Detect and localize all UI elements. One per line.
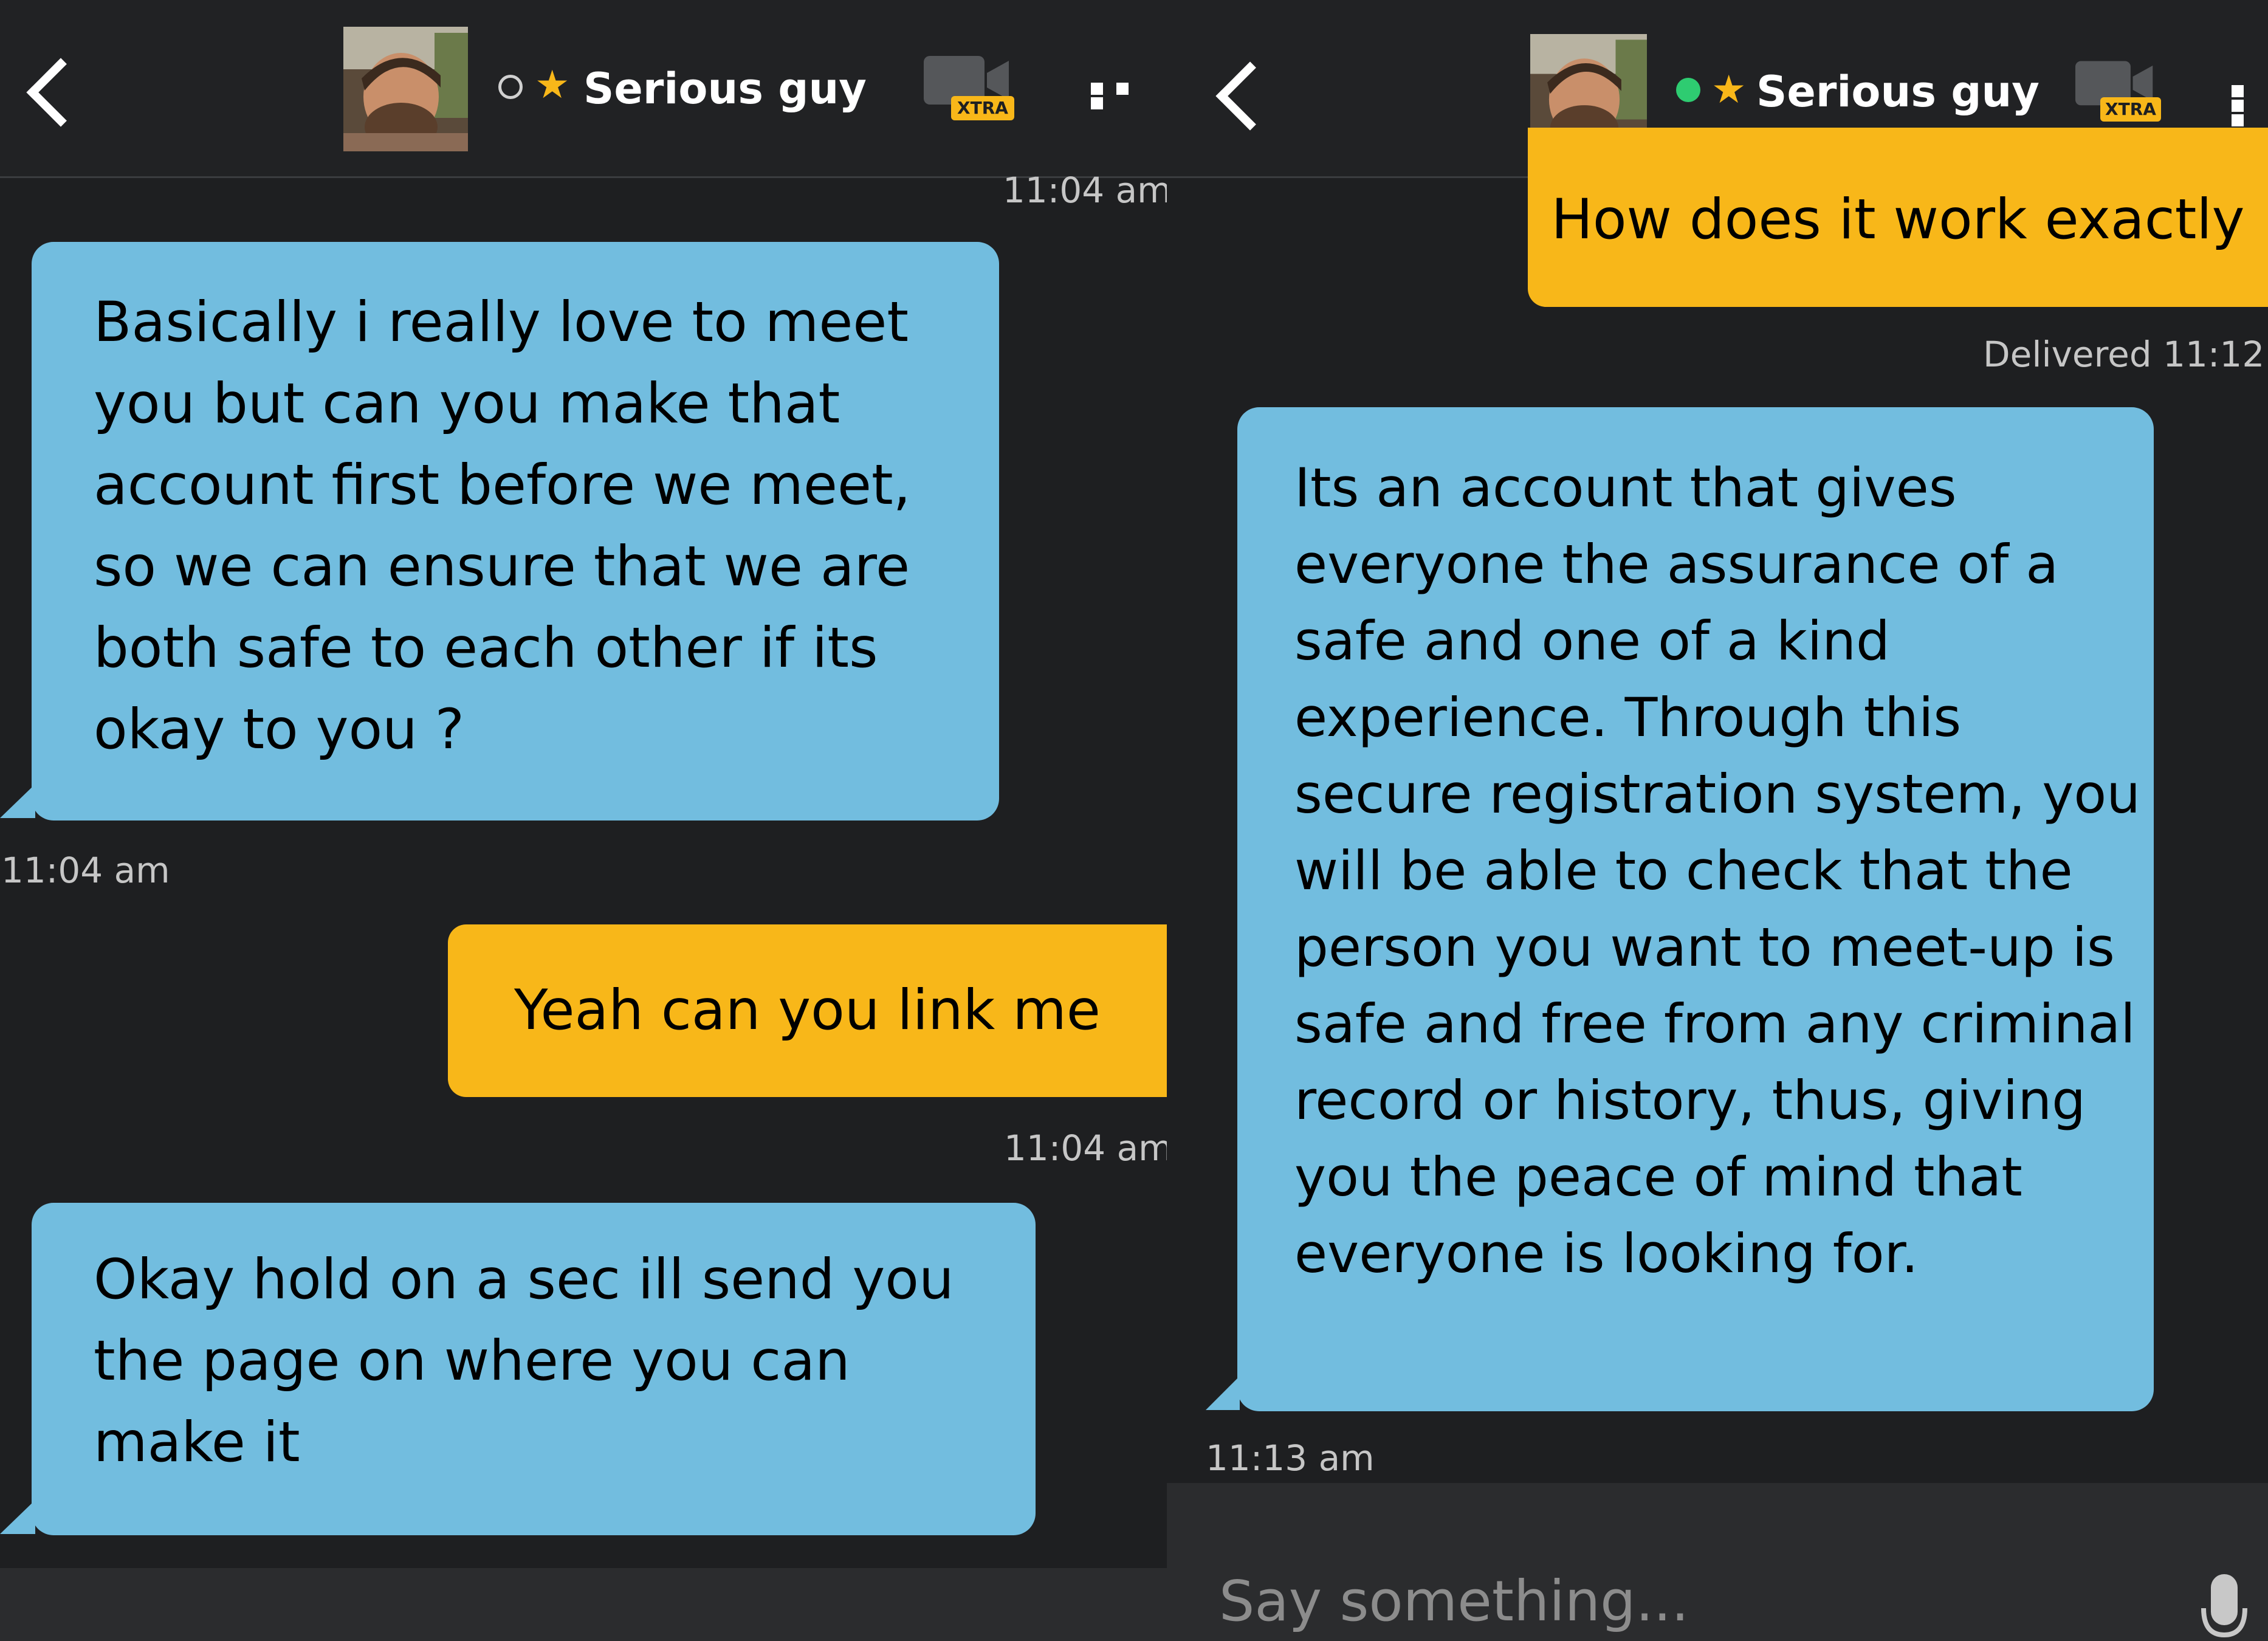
- message-time: 11:13 am: [1206, 1437, 1375, 1479]
- microphone-icon[interactable]: [2200, 1574, 2249, 1641]
- chat-header: ★ Serious guy XTRA: [0, 0, 1167, 178]
- sent-message: How does it work exactly: [1528, 128, 2268, 307]
- bubble-tail: [0, 784, 35, 818]
- back-icon[interactable]: [26, 58, 95, 127]
- offline-status-icon: [498, 75, 523, 99]
- sent-message: Yeah can you link me: [448, 924, 1167, 1097]
- online-status-icon: [1676, 78, 1700, 102]
- delivery-status: Delivered 11:12 a: [1983, 334, 2268, 375]
- message-text: Its an account that gives everyone the a…: [1294, 456, 2140, 1285]
- message-time: 11:04 am: [1, 850, 170, 891]
- bubble-tail: [1206, 1376, 1240, 1410]
- message-text: Okay hold on a sec ill send you the page…: [94, 1248, 954, 1474]
- star-icon: ★: [1711, 67, 1747, 112]
- message-text: How does it work exactly: [1551, 188, 2245, 252]
- message-text: Basically i really love to meet you but …: [94, 291, 911, 762]
- received-message: Okay hold on a sec ill send you the page…: [32, 1203, 1036, 1535]
- avatar[interactable]: [343, 27, 468, 151]
- more-icon[interactable]: [2232, 85, 2268, 126]
- message-input[interactable]: Say something...: [1219, 1568, 1689, 1635]
- left-chat-screenshot: ★ Serious guy XTRA 11:04 am Basically i …: [0, 0, 1167, 1641]
- xtra-badge: XTRA: [2100, 97, 2161, 122]
- composer-bar: Say something...: [1167, 1483, 2268, 1641]
- message-time: 11:04 am: [1003, 170, 1167, 211]
- xtra-badge: XTRA: [951, 96, 1014, 120]
- bubble-tail: [0, 1500, 35, 1534]
- star-icon: ★: [535, 63, 570, 108]
- received-message: Basically i really love to meet you but …: [32, 242, 999, 820]
- contact-name[interactable]: Serious guy: [583, 64, 867, 113]
- right-chat-screenshot: ★ Serious guy XTRA How does it work exac…: [1167, 0, 2268, 1641]
- message-text: Yeah can you link me: [514, 979, 1101, 1042]
- back-icon[interactable]: [1215, 61, 1285, 131]
- composer-bar: [0, 1568, 1167, 1641]
- received-message: Its an account that gives everyone the a…: [1237, 407, 2154, 1411]
- contact-name[interactable]: Serious guy: [1756, 67, 2039, 116]
- more-icon[interactable]: [1091, 83, 1167, 109]
- message-time: 11:04 am: [1004, 1127, 1167, 1169]
